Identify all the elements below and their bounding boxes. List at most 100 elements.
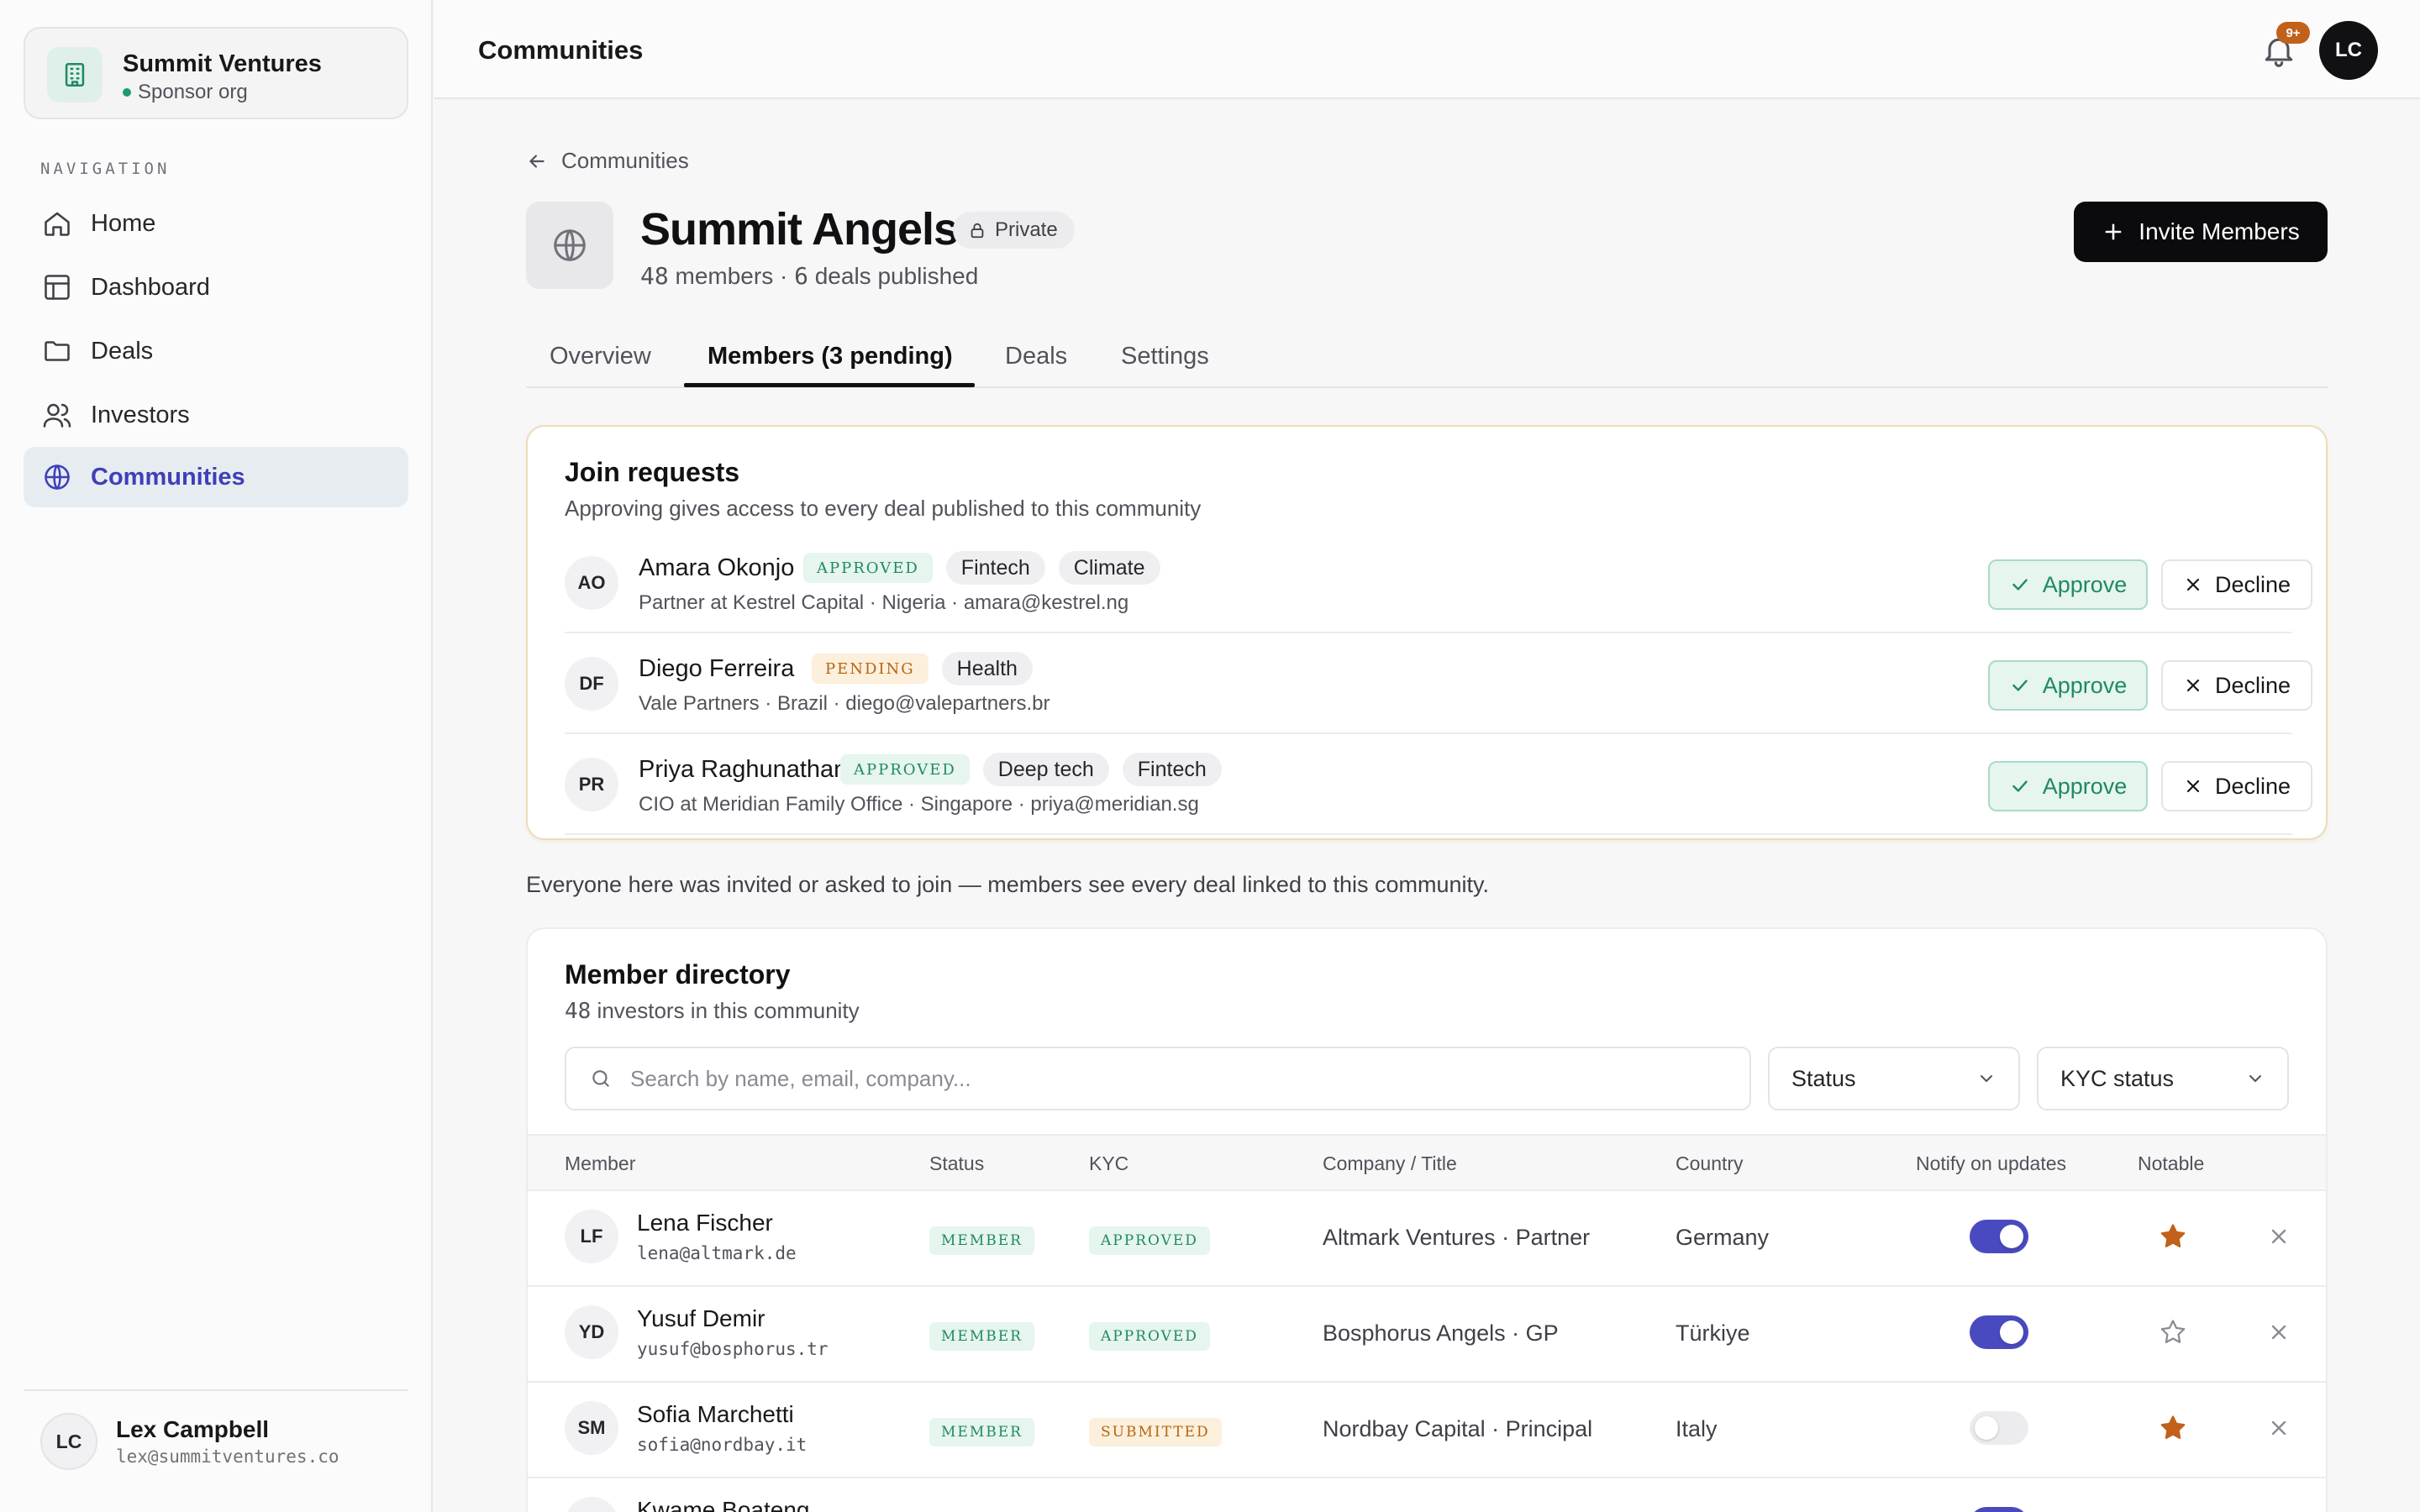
visibility-label: Private	[995, 218, 1058, 241]
page-title: Communities	[478, 35, 644, 65]
sidebar-item-label: Communities	[91, 463, 245, 491]
user-profile[interactable]: LC Lex Campbell lex@summitventures.co	[24, 1389, 408, 1488]
approve-label: Approve	[2042, 773, 2128, 799]
user-email: lex@summitventures.co	[116, 1446, 339, 1467]
deals-label: deals published	[814, 263, 979, 289]
status-badge: MEMBER	[929, 1418, 1034, 1446]
directory-count-label: investors in this community	[597, 998, 860, 1023]
column-header-notable[interactable]: Notable	[2138, 1152, 2204, 1175]
close-icon	[2186, 578, 2200, 591]
avatar[interactable]: LC	[2319, 21, 2378, 80]
folder-icon	[45, 341, 70, 361]
decline-label: Decline	[2214, 773, 2291, 799]
join-request-row: AO Amara Okonjo APPROVED Fintech Climate…	[565, 533, 2312, 633]
join-requests-title: Join requests	[565, 457, 740, 487]
chevron-down-icon	[2249, 1075, 2261, 1082]
status-filter-select[interactable]: Status	[1768, 1047, 2020, 1110]
search-field[interactable]	[565, 1047, 1751, 1110]
status-badge: APPROVED	[840, 754, 970, 785]
remove-icon[interactable]	[2267, 1225, 2291, 1248]
column-header-company[interactable]: Company / Title	[1323, 1152, 1457, 1175]
status-badge: MEMBER	[929, 1226, 1034, 1255]
sidebar-item-communities[interactable]: Communities	[24, 447, 408, 507]
approve-button[interactable]: Approve	[1988, 660, 2148, 711]
column-header-notify[interactable]: Notify on updates	[1916, 1152, 2066, 1175]
tab-deals[interactable]: Deals	[1005, 343, 1067, 388]
kyc-filter-label: KYC status	[2060, 1065, 2175, 1091]
invite-members-button[interactable]: Invite Members	[2074, 202, 2328, 262]
star-filled-icon[interactable]	[2158, 1413, 2188, 1443]
decline-button[interactable]: Decline	[2161, 761, 2312, 811]
org-switcher[interactable]: Summit Ventures Sponsor org	[24, 27, 408, 119]
invite-members-label: Invite Members	[2139, 218, 2300, 244]
notify-toggle[interactable]	[1970, 1220, 2028, 1253]
search-input[interactable]	[630, 1065, 1723, 1092]
kyc-badge: SUBMITTED	[1089, 1418, 1222, 1446]
toggle-knob	[2000, 1225, 2023, 1248]
join-requests-card: Join requests Approving gives access to …	[526, 425, 2328, 840]
requester-name: Diego Ferreira	[639, 655, 795, 682]
tab-members[interactable]: Members (3 pending)	[708, 343, 953, 388]
table-row[interactable]: KB Kwame Boateng	[528, 1478, 2326, 1512]
sidebar-item-deals[interactable]: Deals	[24, 321, 408, 381]
kyc-filter-select[interactable]: KYC status	[2037, 1047, 2289, 1110]
kyc-badge: APPROVED	[1089, 1322, 1210, 1351]
approve-button[interactable]: Approve	[1988, 761, 2148, 811]
approve-label: Approve	[2042, 672, 2128, 698]
sidebar-item-home[interactable]: Home	[24, 193, 408, 254]
decline-button[interactable]: Decline	[2161, 559, 2312, 610]
members-label: members	[675, 263, 774, 289]
sidebar-item-label: Investors	[91, 401, 190, 428]
arrow-left-icon	[529, 154, 544, 168]
column-header-member[interactable]: Member	[565, 1152, 635, 1175]
notify-toggle[interactable]	[1970, 1315, 2028, 1349]
member-name: Lena Fischer	[637, 1210, 773, 1236]
member-email: yusuf@bosphorus.tr	[637, 1339, 829, 1359]
notify-toggle[interactable]	[1970, 1507, 2028, 1512]
building-icon	[47, 47, 103, 102]
members-count: 48	[640, 262, 669, 290]
table-row[interactable]: YD Yusuf Demir yusuf@bosphorus.tr MEMBER…	[528, 1287, 2326, 1383]
member-company: Bosphorus Angels · GP	[1323, 1320, 1559, 1346]
column-header-kyc[interactable]: KYC	[1089, 1152, 1128, 1175]
home-icon	[45, 212, 70, 236]
org-name: Summit Ventures	[123, 50, 322, 77]
join-request-row: DF Diego Ferreira PENDING Health Vale Pa…	[565, 633, 2312, 734]
community-avatar	[526, 202, 613, 289]
star-outline-icon[interactable]	[2158, 1317, 2188, 1347]
sidebar-item-investors[interactable]: Investors	[24, 385, 408, 445]
member-name: Sofia Marchetti	[637, 1401, 794, 1427]
avatar: SM	[565, 1401, 618, 1455]
directory-count-value: 48	[565, 999, 592, 1024]
member-country: Germany	[1676, 1225, 1770, 1250]
check-icon	[2012, 780, 2028, 792]
sidebar-item-dashboard[interactable]: Dashboard	[24, 257, 408, 318]
column-header-country[interactable]: Country	[1676, 1152, 1744, 1175]
avatar: PR	[565, 758, 618, 811]
directory-title: Member directory	[565, 959, 791, 990]
member-company: Altmark Ventures · Partner	[1323, 1225, 1591, 1250]
star-filled-icon[interactable]	[2158, 1221, 2188, 1252]
status-badge: PENDING	[812, 654, 929, 684]
breadcrumb[interactable]: Communities	[526, 148, 689, 174]
notify-toggle[interactable]	[1970, 1411, 2028, 1445]
close-icon	[2186, 679, 2200, 692]
remove-icon[interactable]	[2267, 1320, 2291, 1344]
community-stats: 48 members · 6 deals published	[640, 262, 978, 290]
column-header-status[interactable]: Status	[929, 1152, 984, 1175]
info-text: Everyone here was invited or asked to jo…	[526, 872, 1490, 897]
requester-meta: Partner at Kestrel Capital · Nigeria · a…	[639, 591, 1129, 614]
community-title: Summit Angels	[640, 204, 959, 255]
tag: Health	[941, 652, 1033, 685]
member-company: Nordbay Capital · Principal	[1323, 1416, 1593, 1441]
table-row[interactable]: SM Sofia Marchetti sofia@nordbay.it MEMB…	[528, 1383, 2326, 1478]
globe-icon	[45, 465, 70, 490]
toggle-knob	[2000, 1320, 2023, 1344]
remove-icon[interactable]	[2267, 1416, 2291, 1440]
decline-button[interactable]: Decline	[2161, 660, 2312, 711]
approve-button[interactable]: Approve	[1988, 559, 2148, 610]
tab-settings[interactable]: Settings	[1121, 343, 1209, 388]
tab-overview[interactable]: Overview	[550, 343, 651, 388]
member-country: Türkiye	[1676, 1320, 1750, 1346]
table-row[interactable]: LF Lena Fischer lena@altmark.de MEMBER A…	[528, 1191, 2326, 1287]
